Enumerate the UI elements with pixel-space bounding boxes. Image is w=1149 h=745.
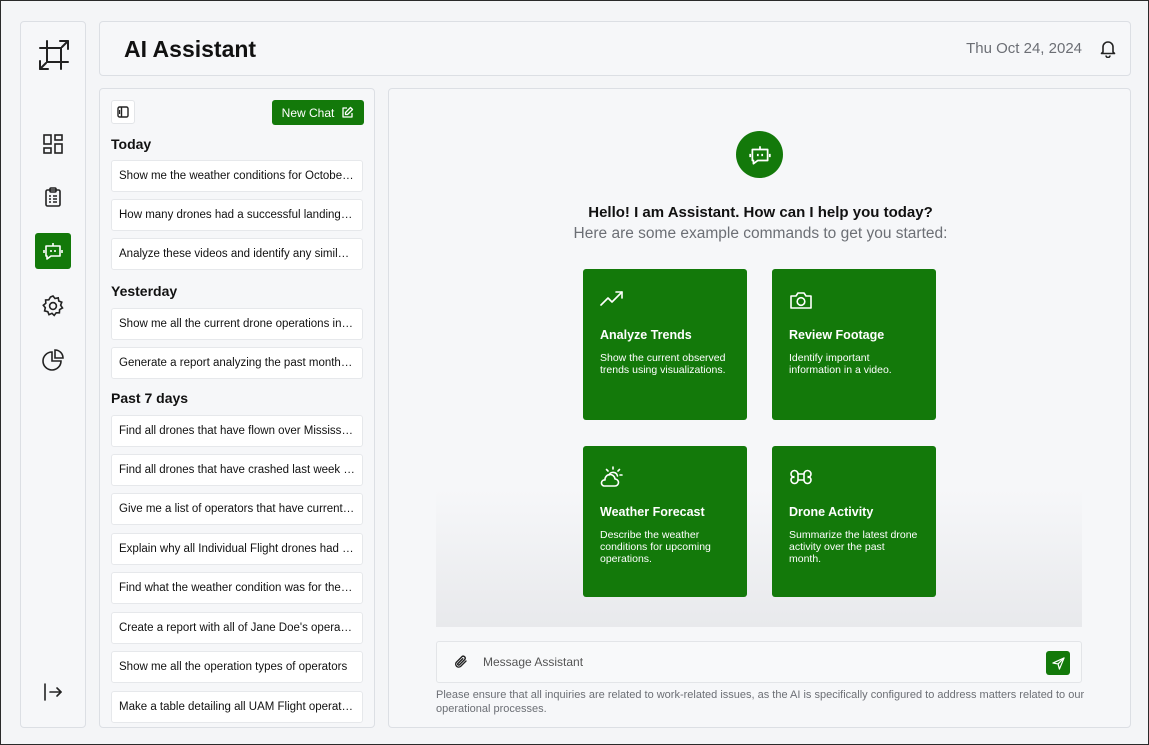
sidebar-collapse-icon: [117, 106, 129, 118]
nav-dashboard[interactable]: [35, 126, 71, 162]
history-item[interactable]: Show me all the operation types of opera…: [111, 651, 363, 683]
history-item[interactable]: How many drones had a successful landing…: [111, 199, 363, 231]
paperclip-icon: [455, 655, 467, 668]
current-date: Thu Oct 24, 2024: [966, 40, 1082, 57]
card-description: Show the current observed trends using v…: [600, 352, 726, 376]
cloud-sun-icon: [600, 466, 623, 487]
suggestion-card-drone-activity[interactable]: Drone Activity Summarize the latest dron…: [772, 446, 936, 597]
card-title: Analyze Trends: [600, 328, 692, 342]
history-section-title: Today: [111, 136, 152, 152]
new-chat-button[interactable]: New Chat: [272, 100, 364, 125]
chat-main-panel: Hello! I am Assistant. How can I help yo…: [388, 88, 1131, 728]
new-chat-label: New Chat: [281, 105, 335, 120]
background-fade: [436, 489, 1082, 627]
top-header: AI Assistant Thu Oct 24, 2024: [99, 21, 1131, 76]
history-item[interactable]: Generate a report analyzing the past mon…: [111, 347, 363, 379]
card-description: Summarize the latest drone activity over…: [789, 529, 918, 565]
logout-icon: [44, 683, 62, 701]
greeting-heading: Hello! I am Assistant. How can I help yo…: [588, 204, 933, 221]
nav-assistant[interactable]: [35, 233, 71, 269]
settings-icon: [42, 295, 64, 317]
card-title: Weather Forecast: [600, 505, 705, 519]
drone-icon: [790, 469, 812, 485]
nav-reports[interactable]: [35, 342, 71, 378]
nav-tasks[interactable]: [35, 179, 71, 215]
nav-settings[interactable]: [35, 288, 71, 324]
history-item[interactable]: Make a table detailing all UAM Flight op…: [111, 691, 363, 723]
card-title: Drone Activity: [789, 505, 874, 519]
trending-up-icon: [600, 291, 623, 306]
disclaimer-text: Please ensure that all inquiries are rel…: [436, 689, 1085, 715]
history-item[interactable]: Explain why all Individual Flight drones…: [111, 533, 363, 565]
history-item[interactable]: Find what the weather condition was for …: [111, 572, 363, 604]
app-frame: AI Assistant Thu Oct 24, 2024 New Chat T…: [0, 0, 1149, 745]
history-item[interactable]: Analyze these videos and identify any si…: [111, 238, 363, 270]
greeting-subtitle: Here are some example commands to get yo…: [573, 225, 948, 242]
logout-button[interactable]: [35, 674, 71, 710]
assistant-avatar: [736, 131, 783, 178]
sidebar-rail: [20, 21, 86, 728]
history-section-title: Past 7 days: [111, 390, 189, 406]
attach-button[interactable]: [453, 654, 469, 670]
bot-icon: [748, 145, 771, 165]
card-title: Review Footage: [789, 328, 885, 342]
history-item[interactable]: Find all drones that have flown over Mis…: [111, 415, 363, 447]
message-input[interactable]: [483, 652, 1023, 672]
clipboard-icon: [45, 187, 61, 207]
history-item[interactable]: Create a report with all of Jane Doe's o…: [111, 612, 363, 644]
history-item[interactable]: Show me all the current drone operations…: [111, 308, 363, 340]
app-logo-icon[interactable]: [35, 36, 73, 74]
send-button[interactable]: [1046, 651, 1070, 675]
history-item[interactable]: Show me the weather conditions for Octob…: [111, 160, 363, 192]
notifications-button[interactable]: [1098, 38, 1118, 59]
bot-icon: [43, 243, 63, 260]
history-item[interactable]: Find all drones that have crashed last w…: [111, 454, 363, 486]
card-description: Describe the weather conditions for upco…: [600, 529, 711, 565]
chat-history-panel: New Chat Today Show me the weather condi…: [99, 88, 375, 728]
history-item[interactable]: Give me a list of operators that have cu…: [111, 493, 363, 525]
bell-icon: [1100, 41, 1116, 59]
suggestion-card-review-footage[interactable]: Review Footage Identify important inform…: [772, 269, 936, 420]
suggestion-card-analyze-trends[interactable]: Analyze Trends Show the current observed…: [583, 269, 747, 420]
card-description: Identify important information in a vide…: [789, 352, 892, 376]
message-composer: [436, 641, 1082, 683]
dashboard-icon: [43, 134, 63, 154]
collapse-sidebar-button[interactable]: [111, 100, 135, 124]
pie-chart-icon: [42, 349, 64, 371]
send-icon: [1051, 656, 1065, 670]
history-section-title: Yesterday: [111, 283, 178, 299]
suggestion-card-weather-forecast[interactable]: Weather Forecast Describe the weather co…: [583, 446, 747, 597]
page-title: AI Assistant: [124, 36, 257, 62]
edit-icon: [342, 106, 354, 118]
camera-icon: [790, 292, 812, 309]
